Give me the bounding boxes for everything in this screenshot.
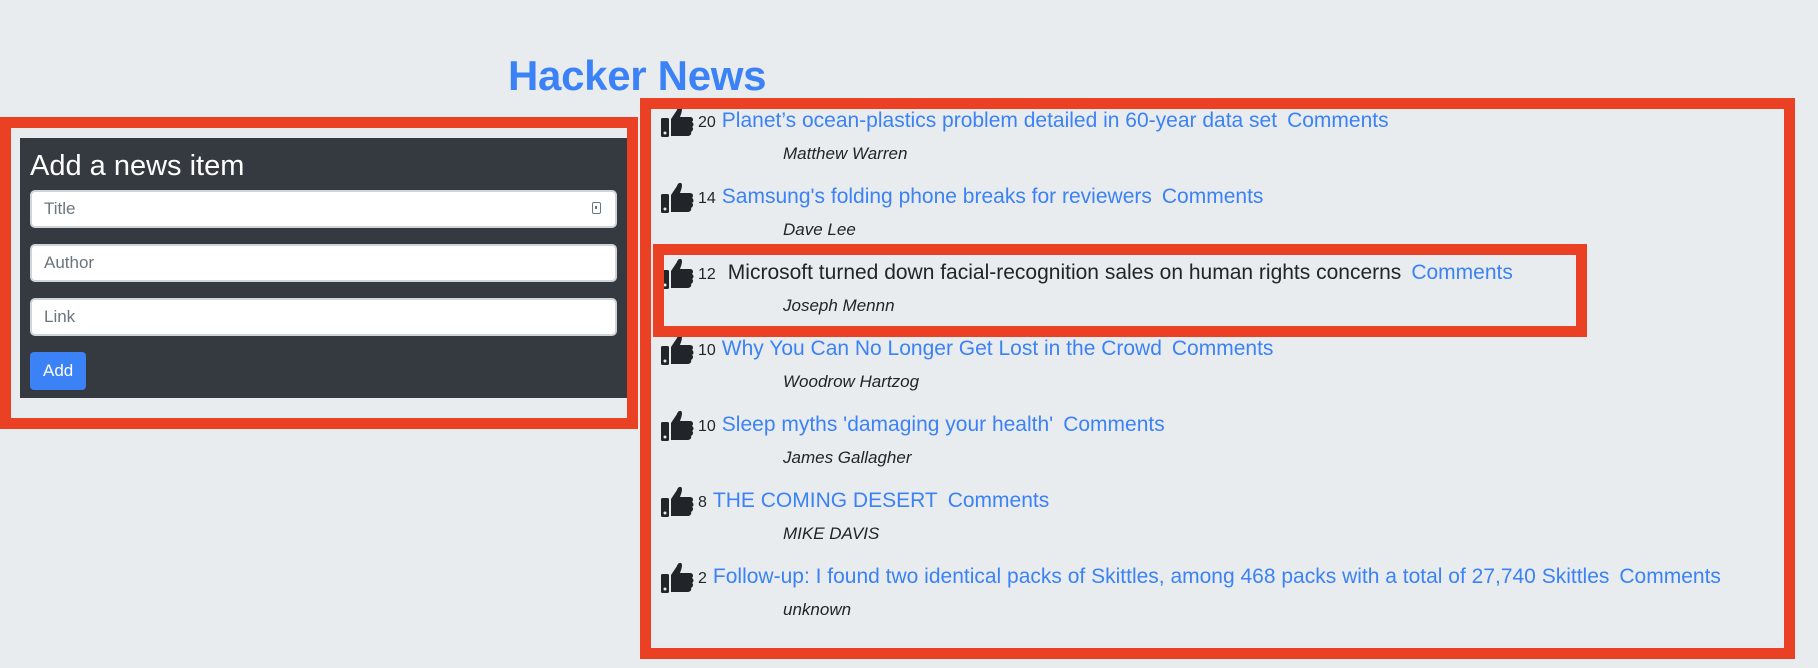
list-annotation-frame — [640, 98, 1795, 659]
form-annotation-frame — [0, 117, 638, 429]
item-annotation-frame — [653, 244, 1587, 337]
page-title: Hacker News — [508, 52, 767, 99]
